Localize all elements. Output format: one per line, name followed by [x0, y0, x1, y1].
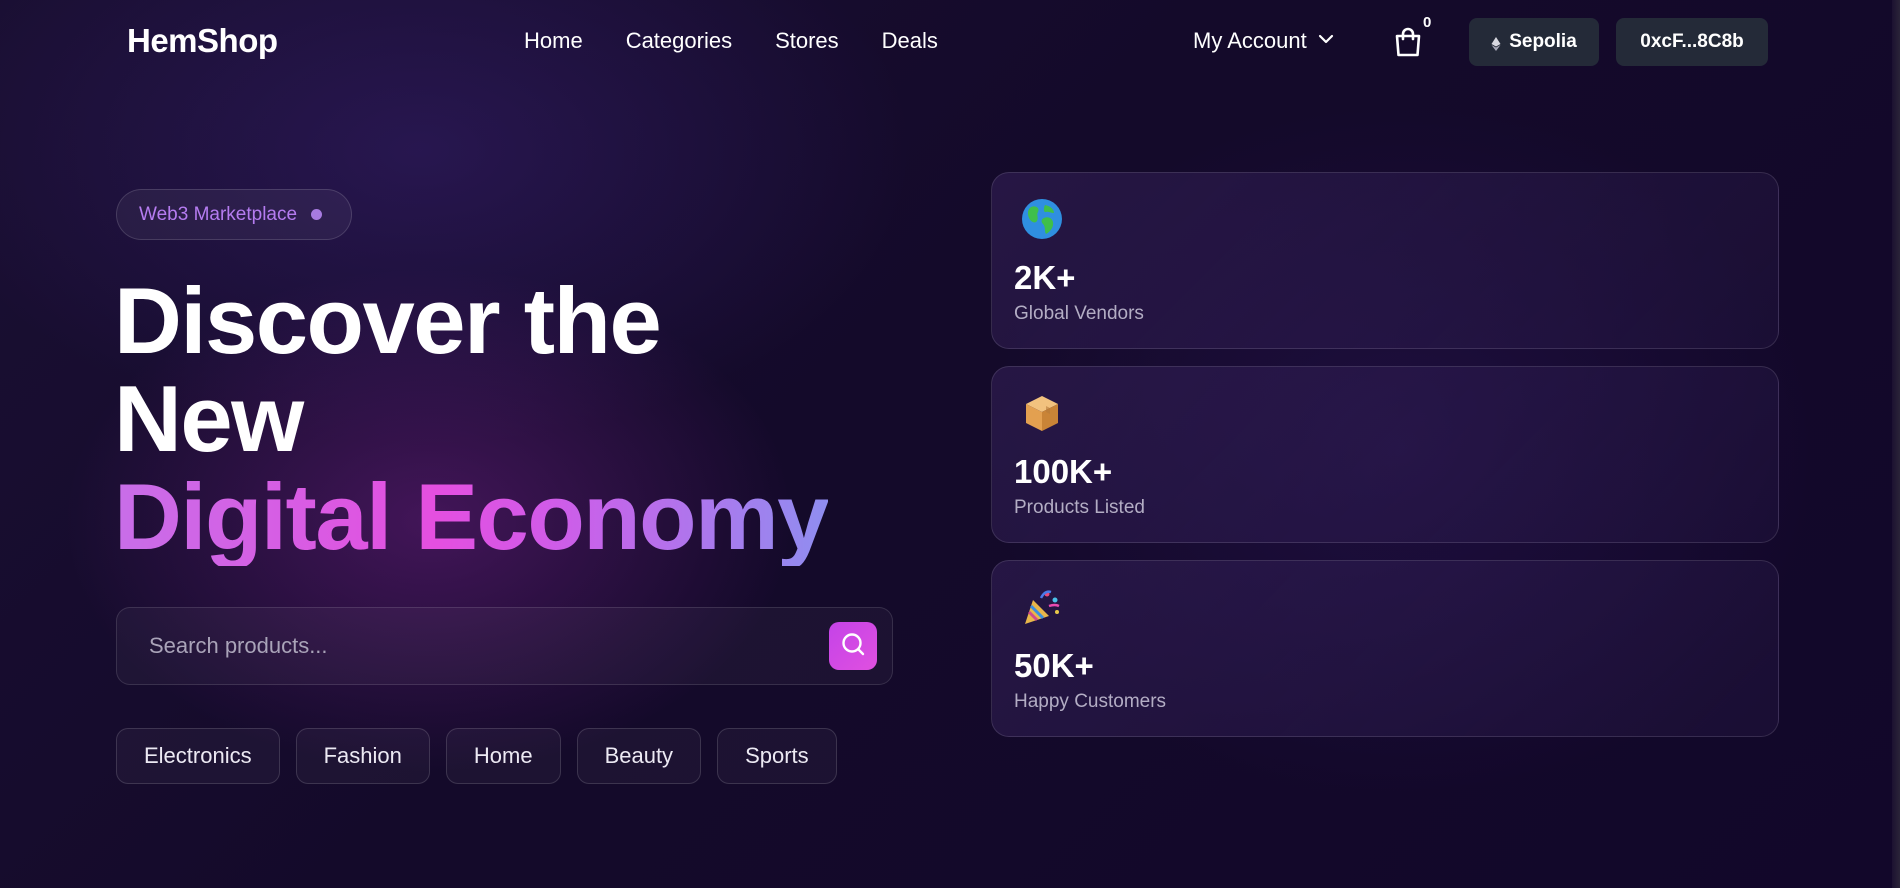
window-edge — [1892, 0, 1900, 888]
nav-deals[interactable]: Deals — [882, 28, 938, 54]
package-icon — [1021, 392, 1063, 434]
wallet-address-label: 0xcF...8C8b — [1640, 31, 1744, 52]
nav-home[interactable]: Home — [524, 28, 583, 54]
nav-categories[interactable]: Categories — [626, 28, 732, 54]
wallet-address-button[interactable]: 0xcF...8C8b — [1616, 18, 1768, 66]
my-account-label: My Account — [1193, 28, 1307, 53]
cart-button[interactable] — [1393, 26, 1423, 60]
stat-label: Happy Customers — [1014, 691, 1167, 712]
stat-value: 100K+ — [1014, 453, 1113, 490]
stat-card-products: 100K+ Products Listed — [991, 366, 1779, 543]
stat-value: 50K+ — [1014, 647, 1094, 684]
party-popper-icon — [1021, 586, 1063, 628]
hero-title-line-3: Digital Economy — [114, 464, 829, 569]
cart-count-badge: 0 — [1423, 14, 1432, 31]
network-label: Sepolia — [1509, 31, 1577, 52]
site-header: HemShop Home Categories Stores Deals My … — [0, 0, 1892, 84]
shopping-bag-icon — [1393, 27, 1423, 62]
hero-title-line-2: New — [114, 366, 304, 471]
search-bar — [116, 607, 893, 685]
category-chip-beauty[interactable]: Beauty — [576, 728, 702, 784]
nav-stores[interactable]: Stores — [775, 28, 839, 54]
network-button[interactable]: Sepolia — [1469, 18, 1599, 66]
logo[interactable]: HemShop — [127, 22, 278, 60]
search-input[interactable] — [149, 608, 799, 684]
stat-label: Products Listed — [1014, 497, 1145, 518]
stat-card-customers: 50K+ Happy Customers — [991, 560, 1779, 737]
stat-value: 2K+ — [1014, 259, 1076, 296]
globe-icon — [1021, 198, 1063, 240]
badge-label: Web3 Marketplace — [139, 203, 298, 225]
hero-title: Discover the New Digital Economy — [114, 268, 829, 569]
category-chip-fashion[interactable]: Fashion — [295, 728, 430, 784]
category-chip-home[interactable]: Home — [445, 728, 561, 784]
main-nav: Home Categories Stores Deals — [524, 28, 938, 54]
category-chip-sports[interactable]: Sports — [717, 728, 837, 784]
category-chips: Electronics Fashion Home Beauty Sports — [116, 728, 837, 784]
hero-title-line-1: Discover the — [114, 268, 662, 373]
search-icon — [840, 631, 866, 662]
stat-label: Global Vendors — [1014, 303, 1144, 324]
web3-badge: Web3 Marketplace — [116, 189, 352, 240]
ethereum-icon — [1491, 35, 1501, 51]
my-account-dropdown[interactable]: My Account — [1193, 28, 1335, 54]
stat-card-vendors: 2K+ Global Vendors — [991, 172, 1779, 349]
chevron-down-icon — [1317, 28, 1335, 54]
dot-icon — [311, 209, 323, 220]
search-button[interactable] — [829, 622, 877, 670]
category-chip-electronics[interactable]: Electronics — [116, 728, 280, 784]
